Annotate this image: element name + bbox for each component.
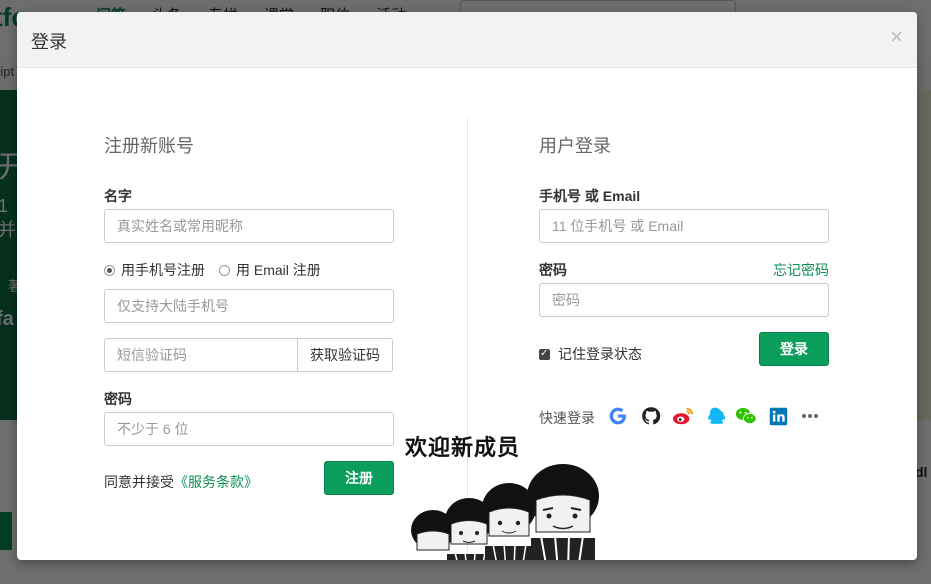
close-icon[interactable]: × xyxy=(890,26,903,48)
phone-input[interactable] xyxy=(104,289,394,323)
radio-email[interactable] xyxy=(219,264,230,276)
forgot-password-link[interactable]: 忘记密码 xyxy=(773,260,829,280)
remember-label[interactable]: 记住登录状态 xyxy=(558,344,642,364)
wechat-icon[interactable] xyxy=(735,405,757,427)
radio-email-label[interactable]: 用 Email 注册 xyxy=(236,260,321,280)
welcome-sticker: 欢迎新成员 xyxy=(403,430,618,560)
terms-agreement: 同意并接受《服务条款》 xyxy=(104,472,258,492)
google-icon[interactable] xyxy=(607,405,629,427)
radio-phone[interactable] xyxy=(104,264,115,276)
linkedin-icon[interactable] xyxy=(767,405,789,427)
sms-code-group: 获取验证码 xyxy=(104,338,394,372)
register-password-label: 密码 xyxy=(104,391,132,407)
name-input[interactable] xyxy=(104,209,394,243)
sticker-characters-image xyxy=(411,464,599,560)
name-label: 名字 xyxy=(104,188,132,204)
remember-checkbox[interactable] xyxy=(539,346,550,362)
modal-header: 登录 × xyxy=(17,12,917,68)
register-button[interactable]: 注册 xyxy=(324,461,394,495)
login-section-title: 用户登录 xyxy=(539,136,611,156)
account-label: 手机号 或 Email xyxy=(539,188,641,204)
modal-title: 登录 xyxy=(31,32,67,52)
register-section-title: 注册新账号 xyxy=(104,136,194,156)
quick-login-label: 快速登录 xyxy=(539,410,595,426)
login-modal: 登录 × 注册新账号 名字 用手机号注册 用 Email 注册 获取验证码 密码… xyxy=(17,12,917,560)
more-icon[interactable] xyxy=(799,405,821,427)
account-input[interactable] xyxy=(539,209,829,243)
remember-me: 记住登录状态 xyxy=(539,344,642,364)
login-password-label: 密码 xyxy=(539,262,567,278)
get-sms-code-button[interactable]: 获取验证码 xyxy=(297,338,393,372)
login-password-input[interactable] xyxy=(539,283,829,317)
weibo-icon[interactable] xyxy=(672,405,694,427)
login-button[interactable]: 登录 xyxy=(759,332,829,366)
qq-icon[interactable] xyxy=(704,405,726,427)
register-password-input[interactable] xyxy=(104,412,394,446)
github-icon[interactable] xyxy=(640,405,662,427)
radio-phone-label[interactable]: 用手机号注册 xyxy=(121,260,205,280)
terms-link[interactable]: 《服务条款》 xyxy=(174,474,258,490)
sms-code-input[interactable] xyxy=(104,338,298,372)
register-method-group: 用手机号注册 用 Email 注册 xyxy=(104,260,321,280)
terms-prefix: 同意并接受 xyxy=(104,474,174,490)
